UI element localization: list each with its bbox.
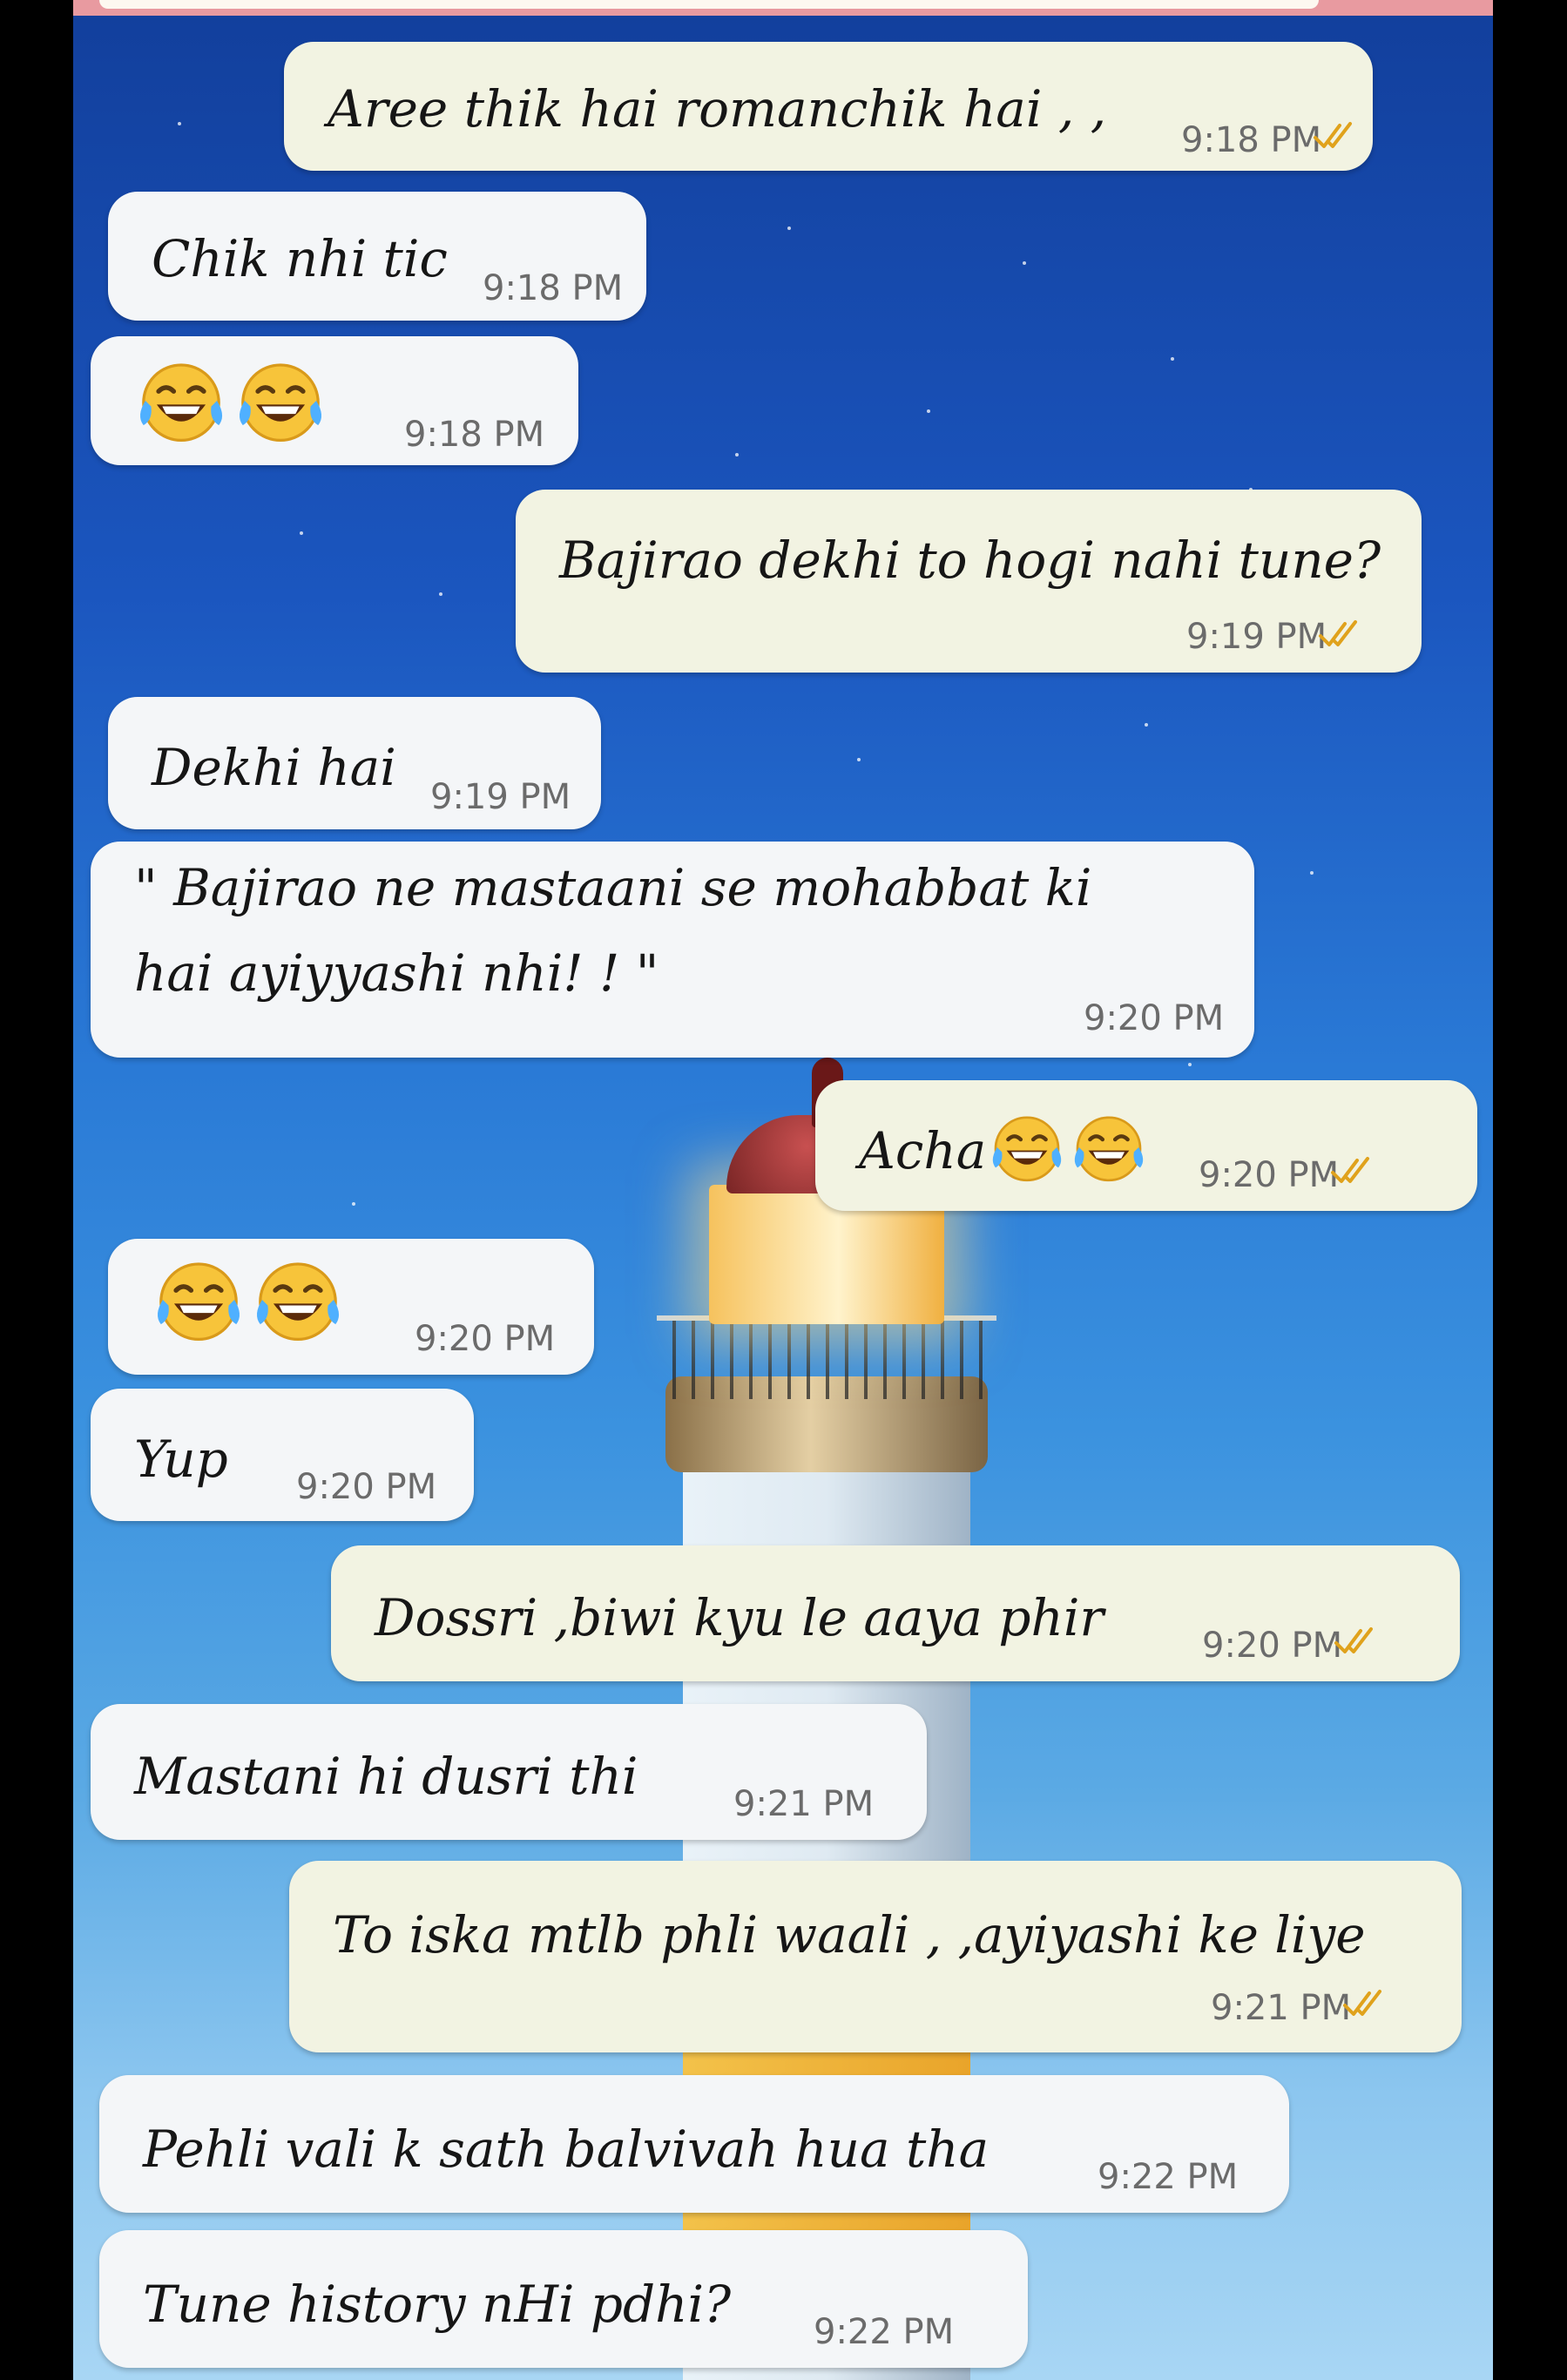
star <box>927 409 930 413</box>
message-outgoing[interactable]: Acha 9:20 PM <box>815 1080 1477 1211</box>
message-text: Mastani hi dusri thi <box>134 1747 638 1806</box>
message-text: To iska mtlb phli waali , ,ayiyashi ke l… <box>333 1905 1366 1964</box>
message-text: Pehli vali k sath balvivah hua tha <box>143 2120 990 2179</box>
message-incoming[interactable]: Dekhi hai 9:19 PM <box>108 697 601 829</box>
message-time: 9:20 PM <box>1202 1626 1343 1666</box>
previous-bubble-edge <box>99 0 1319 9</box>
star <box>352 1202 355 1206</box>
message-time: 9:19 PM <box>1186 617 1327 657</box>
double-check-icon <box>1317 619 1366 650</box>
face-with-tears-of-joy-icon <box>1070 1108 1148 1187</box>
message-time: 9:22 PM <box>814 2312 955 2352</box>
message-incoming[interactable]: Mastani hi dusri thi 9:21 PM <box>91 1704 927 1840</box>
lighthouse-railing <box>657 1315 996 1399</box>
face-with-tears-of-joy-icon <box>134 354 228 448</box>
chat-screen: Aree thik hai romanchik hai , , 9:18 PM … <box>73 0 1493 2380</box>
message-outgoing[interactable]: To iska mtlb phli waali , ,ayiyashi ke l… <box>289 1861 1462 2052</box>
message-time: 9:20 PM <box>415 1319 556 1359</box>
message-outgoing[interactable]: Dossri ,biwi kyu le aaya phir 9:20 PM <box>331 1545 1460 1681</box>
message-text: Chik nhi tic <box>152 229 448 288</box>
previous-message-edge <box>73 0 1493 16</box>
emoji-row <box>988 1108 1148 1187</box>
message-incoming[interactable]: Chik nhi tic 9:18 PM <box>108 192 646 321</box>
star <box>735 453 739 456</box>
message-time: 9:20 PM <box>1199 1155 1340 1195</box>
message-time: 9:20 PM <box>1084 998 1225 1038</box>
double-check-icon <box>1333 1626 1381 1657</box>
message-text: Yup <box>134 1430 228 1489</box>
star <box>439 592 442 596</box>
message-text: Dossri ,biwi kyu le aaya phir <box>375 1588 1104 1647</box>
star <box>1145 723 1148 727</box>
message-text: Aree thik hai romanchik hai , , <box>328 79 1107 139</box>
message-incoming[interactable]: Pehli vali k sath balvivah hua tha 9:22 … <box>99 2075 1289 2213</box>
message-time: 9:18 PM <box>1181 120 1322 160</box>
message-text: " Bajirao ne mastaani se mohabbat ki hai… <box>134 858 1092 1003</box>
star <box>1171 357 1174 361</box>
message-incoming[interactable]: 9:20 PM <box>108 1239 594 1375</box>
message-time: 9:21 PM <box>733 1784 875 1824</box>
message-outgoing[interactable]: Aree thik hai romanchik hai , , 9:18 PM <box>284 42 1373 171</box>
message-outgoing[interactable]: Bajirao dekhi to hogi nahi tune? 9:19 PM <box>516 490 1422 673</box>
face-with-tears-of-joy-icon <box>233 354 328 448</box>
message-text: Dekhi hai <box>152 738 396 797</box>
double-check-icon <box>1329 1155 1378 1187</box>
star <box>1023 261 1026 265</box>
message-text: Acha <box>859 1121 987 1180</box>
message-text: Bajirao dekhi to hogi nahi tune? <box>559 531 1381 590</box>
double-check-icon <box>1341 1988 1390 2019</box>
double-check-icon <box>1312 120 1361 152</box>
face-with-tears-of-joy-icon <box>152 1253 246 1347</box>
face-with-tears-of-joy-icon <box>251 1253 345 1347</box>
message-incoming[interactable]: Yup 9:20 PM <box>91 1389 474 1521</box>
message-time: 9:22 PM <box>1098 2157 1239 2197</box>
message-time: 9:18 PM <box>404 415 545 455</box>
message-incoming[interactable]: Tune history nHi pdhi? 9:22 PM <box>99 2230 1028 2368</box>
message-time: 9:19 PM <box>430 777 571 817</box>
emoji-row <box>152 1253 345 1347</box>
message-time: 9:18 PM <box>483 268 624 308</box>
star <box>1310 871 1314 875</box>
message-time: 9:21 PM <box>1211 1988 1352 2028</box>
message-incoming[interactable]: 9:18 PM <box>91 336 578 465</box>
star <box>300 531 303 535</box>
message-text: Tune history nHi pdhi? <box>143 2275 732 2334</box>
star <box>178 122 181 125</box>
message-time: 9:20 PM <box>296 1467 437 1507</box>
message-incoming[interactable]: " Bajirao ne mastaani se mohabbat ki hai… <box>91 842 1254 1058</box>
face-with-tears-of-joy-icon <box>988 1108 1066 1187</box>
star <box>857 758 861 761</box>
emoji-row <box>134 354 328 448</box>
star <box>787 227 791 230</box>
star <box>1188 1063 1192 1066</box>
